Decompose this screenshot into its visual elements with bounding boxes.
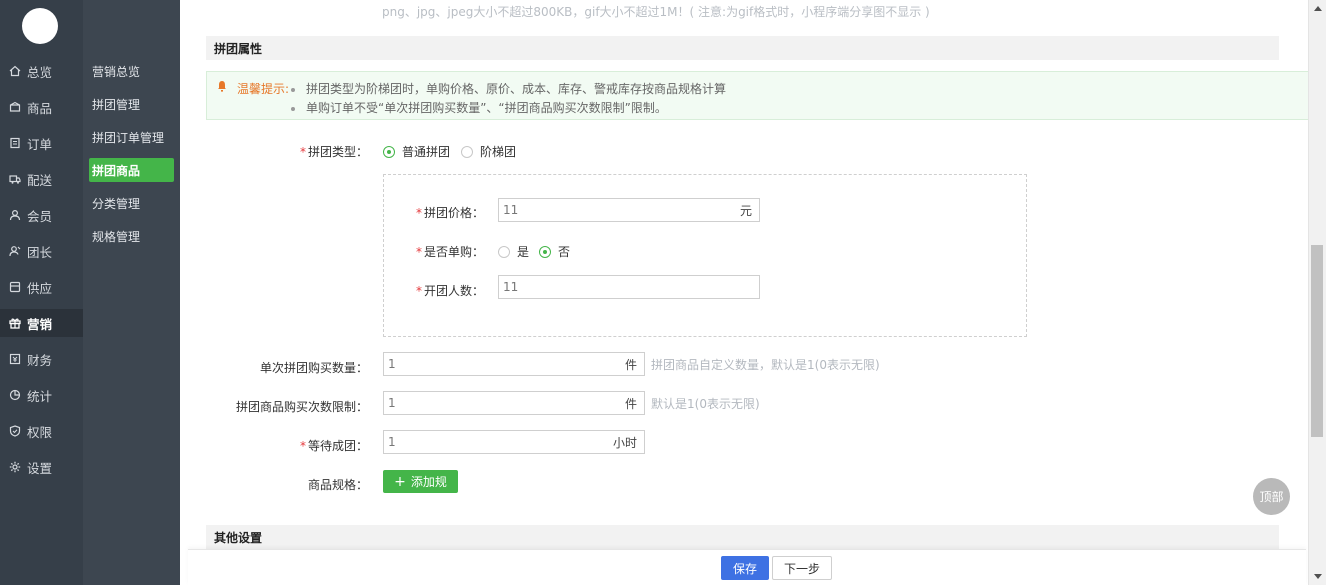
group-size-label: * 开团人数： — [415, 284, 484, 298]
sidebar-item-4[interactable]: 配送 — [0, 165, 83, 193]
single-buy-label: * 是否单购： — [415, 245, 484, 259]
sidebar-item-11[interactable]: 权限 — [0, 417, 83, 445]
chart-icon — [9, 389, 21, 401]
gift-icon — [9, 317, 21, 329]
back-to-top-button[interactable]: 顶部 — [1253, 478, 1290, 515]
sidebar-item-label: 营销 — [27, 316, 53, 332]
delivery-icon — [9, 173, 21, 185]
sidebar-item-2[interactable]: 商品 — [0, 93, 83, 121]
sidebar-item-10[interactable]: 统计 — [0, 381, 83, 409]
primary-sidebar: 总览商品订单配送会员团长供应营销财务统计权限设置 — [0, 0, 83, 585]
tip-line: 拼团类型为阶梯团时，单购价格、原价、成本、库存、警戒库存按商品规格计算 — [291, 80, 726, 97]
page-scrollbar[interactable] — [1308, 0, 1326, 585]
user-icon — [9, 209, 21, 221]
tip-heading: 温馨提示: — [237, 82, 290, 96]
app-root: 总览 商品 订单 配送 会员 团长 供应 营销 财务 统计 权限 设置 营销总览 拼团管理 拼团订单管理拼… — [0, 0, 1326, 585]
sidebar-item-label: 订单 — [27, 136, 53, 152]
save-button[interactable]: 保存 — [721, 556, 769, 580]
box-icon — [9, 101, 21, 113]
shield-icon — [9, 425, 21, 437]
scrollbar-thumb[interactable] — [1311, 245, 1323, 437]
sidebar-item-label: 团长 — [27, 244, 53, 260]
single-buy-yes-radio[interactable]: 是 — [498, 243, 529, 260]
section-title-group-attrs: 拼团属性 — [206, 36, 1279, 60]
image-upload-note: png、jpg、jpeg大小不超过800KB，gif大小不超过1M！( 注意:为… — [382, 5, 930, 19]
supply-icon — [9, 281, 21, 293]
sidebar-item-label: 权限 — [27, 424, 53, 440]
purchase-limit-hint: 默认是1(0表示无限) — [651, 397, 760, 411]
group-price-label: * 拼团价格： — [415, 206, 484, 220]
add-spec-button[interactable]: + 添加规 — [383, 470, 458, 493]
leader-icon — [9, 245, 21, 257]
sidebar-item-12[interactable]: 设置 — [0, 453, 83, 481]
sidebar-item-label: 供应 — [27, 280, 53, 296]
subnav-item-1[interactable]: 营销总览 — [89, 59, 174, 83]
wait-time-input[interactable]: 1 小时 — [383, 430, 645, 454]
purchase-limit-input[interactable]: 1件 — [383, 391, 645, 415]
main-content: png、jpg、jpeg大小不超过800KB，gif大小不超过1M！( 注意:为… — [180, 0, 1309, 585]
subnav-item-6[interactable]: 规格管理 — [89, 224, 174, 248]
section-title-other: 其他设置 — [206, 525, 1279, 549]
sidebar-item-1[interactable]: 总览 — [0, 57, 83, 85]
order-icon — [9, 137, 21, 149]
home-icon — [9, 65, 21, 77]
group-type-ladder-radio[interactable]: 阶梯团 — [461, 143, 516, 160]
group-price-input[interactable]: 11 元 — [498, 198, 760, 222]
spec-label: 商品规格： — [307, 478, 368, 492]
sidebar-item-label: 商品 — [27, 100, 53, 116]
subnav-item-5[interactable]: 分类管理 — [89, 191, 174, 215]
sidebar-item-label: 财务 — [27, 352, 53, 368]
scroll-up-arrow-icon[interactable] — [1309, 0, 1326, 17]
avatar[interactable] — [22, 8, 58, 44]
per-purchase-label: 单次拼团购买数量： — [259, 361, 368, 375]
group-size-input[interactable]: 11 — [498, 275, 760, 299]
wait-time-label: * 等待成团： — [299, 439, 368, 453]
footer-bar: 保存 下一步 — [188, 549, 1306, 585]
per-purchase-input[interactable]: 1件 — [383, 352, 645, 376]
group-type-normal-radio[interactable]: 普通拼团 — [383, 143, 450, 160]
sidebar-item-5[interactable]: 会员 — [0, 201, 83, 229]
sidebar-item-label: 统计 — [27, 388, 53, 404]
sidebar-item-3[interactable]: 订单 — [0, 129, 83, 157]
sidebar-item-label: 会员 — [27, 208, 53, 224]
sidebar-item-9[interactable]: 财务 — [0, 345, 83, 373]
sidebar-item-6[interactable]: 团长 — [0, 237, 83, 265]
finance-icon — [9, 353, 21, 365]
sidebar-item-label: 配送 — [27, 172, 53, 188]
sidebar-item-label: 总览 — [27, 64, 53, 80]
single-buy-no-radio[interactable]: 否 — [539, 243, 570, 260]
purchase-limit-label: 拼团商品购买次数限制： — [235, 400, 368, 414]
subnav-item-4[interactable]: 拼团商品 — [89, 158, 174, 182]
next-step-button[interactable]: 下一步 — [772, 556, 832, 580]
subnav-item-3[interactable]: 拼团订单管理 — [89, 125, 174, 149]
group-type-label: * 拼团类型： — [299, 145, 368, 159]
secondary-sidebar: 营销总览拼团管理拼团订单管理 拼团商品分类管理规格管理 — [83, 0, 180, 585]
gear-icon — [9, 461, 21, 473]
tip-box: 温馨提示: 拼团类型为阶梯团时，单购价格、原价、成本、库存、警戒库存按商品规格计… — [206, 71, 1309, 120]
sidebar-item-8[interactable]: 营销 — [0, 309, 83, 337]
bell-icon — [218, 81, 226, 92]
tip-line: 单购订单不受“单次拼团购买数量”、“拼团商品购买次数限制”限制。 — [291, 99, 667, 116]
per-purchase-hint: 拼团商品自定义数量，默认是1(0表示无限) — [651, 358, 880, 372]
plus-icon: + — [394, 473, 406, 490]
subnav-item-2[interactable]: 拼团管理 — [89, 92, 174, 116]
sidebar-item-label: 设置 — [27, 460, 53, 476]
scroll-down-arrow-icon[interactable] — [1309, 568, 1326, 585]
sidebar-item-7[interactable]: 供应 — [0, 273, 83, 301]
